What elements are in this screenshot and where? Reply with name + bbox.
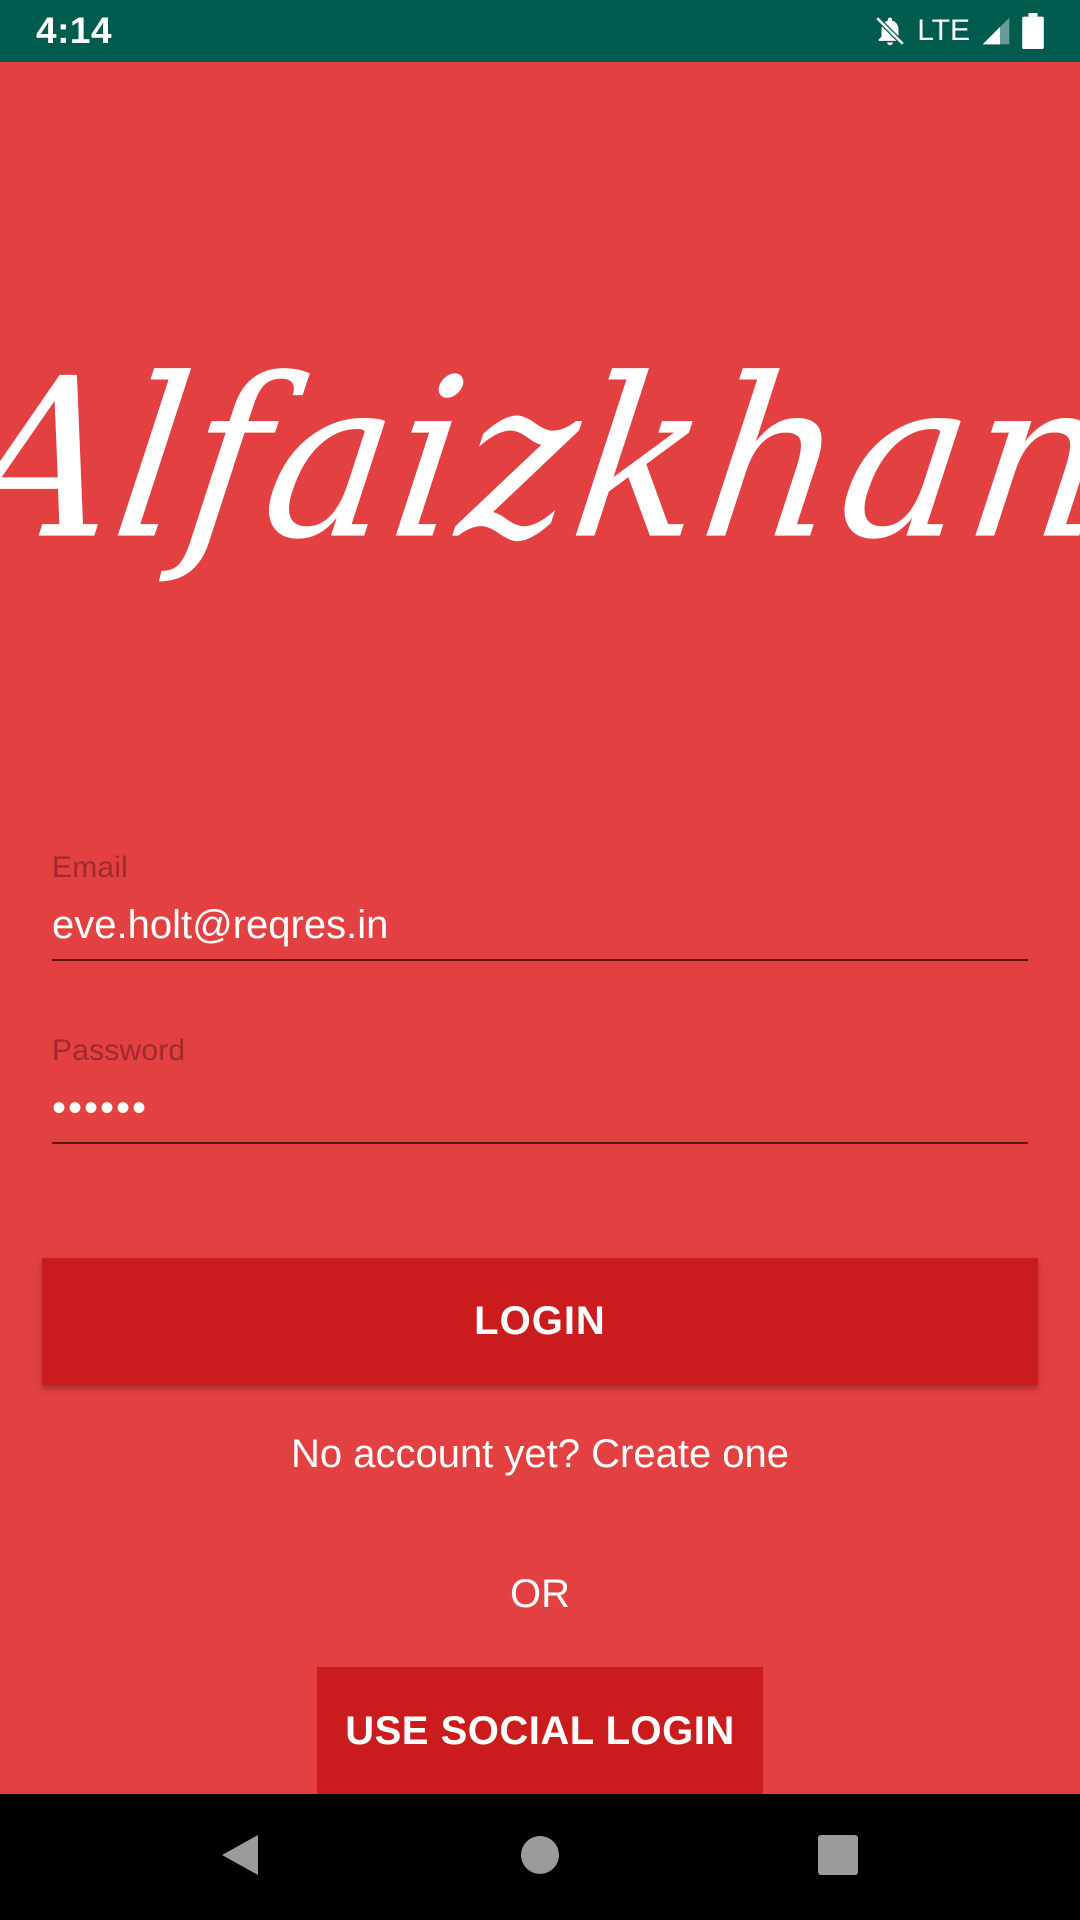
password-field[interactable]: Password •••••• (52, 1034, 1028, 1144)
notifications-off-icon (873, 14, 907, 48)
status-bar: 4:14 LTE (0, 0, 1080, 62)
home-button[interactable] (470, 1794, 610, 1920)
recents-icon (817, 1834, 859, 1881)
navigation-bar (0, 1794, 1080, 1920)
create-account-link[interactable]: No account yet? Create one (0, 1432, 1080, 1477)
recents-button[interactable] (768, 1794, 908, 1920)
email-input[interactable]: eve.holt@reqres.in (52, 901, 1028, 961)
battery-icon (1022, 13, 1044, 49)
login-button[interactable]: LOGIN (42, 1258, 1038, 1385)
back-button[interactable] (170, 1794, 310, 1920)
status-time: 4:14 (36, 10, 113, 51)
email-label: Email (52, 851, 129, 884)
social-login-button[interactable]: USE SOCIAL LOGIN (317, 1667, 763, 1795)
network-type: LTE (917, 14, 970, 47)
password-input[interactable]: •••••• (52, 1084, 1028, 1144)
logo-text: Alfaizkhan (0, 330, 1080, 589)
signal-icon (980, 15, 1012, 47)
email-field[interactable]: Email eve.holt@reqres.in (52, 851, 1028, 961)
home-icon (520, 1835, 560, 1880)
brand-logo: Alfaizkhan (0, 331, 1080, 588)
status-icons: LTE (873, 12, 1044, 50)
password-label: Password (52, 1034, 186, 1067)
or-divider-text: OR (510, 1572, 570, 1616)
back-icon (218, 1831, 262, 1884)
